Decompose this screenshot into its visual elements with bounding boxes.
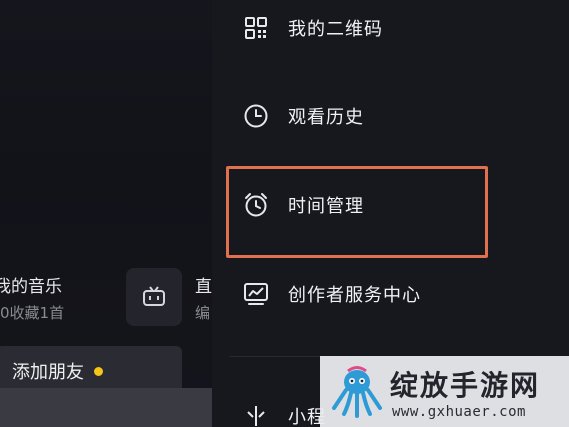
clock-icon	[242, 102, 270, 130]
menu-item-creator-center[interactable]: 创作者服务中心	[212, 264, 569, 324]
menu-item-watch-history[interactable]: 观看历史	[212, 86, 569, 146]
highlight-annotation-box	[226, 166, 488, 258]
qr-code-icon	[242, 14, 270, 42]
watermark-url: www.gxhuaer.com	[392, 404, 526, 420]
octopus-logo-icon	[328, 362, 386, 424]
add-friend-label: 添加朋友	[12, 362, 84, 383]
cut-off-title: 直	[195, 277, 212, 297]
notification-dot	[94, 366, 103, 376]
menu-item-qr-code[interactable]: 我的二维码	[212, 0, 569, 58]
cut-off-subtitle: 编	[195, 304, 211, 322]
my-music-title[interactable]: 我的音乐	[0, 272, 62, 297]
tv-icon	[143, 286, 165, 306]
watermark-title: 绽放手游网	[390, 369, 541, 402]
my-music-subtitle: 0收藏1首	[0, 304, 65, 322]
chart-monitor-icon	[242, 280, 270, 308]
watermark: 绽放手游网 www.gxhuaer.com	[320, 356, 569, 427]
menu-label-qr-code: 我的二维码	[288, 19, 383, 40]
menu-label-watch-history: 观看历史	[288, 107, 364, 128]
mini-program-icon	[242, 402, 270, 427]
menu-label-creator-center: 创作者服务中心	[288, 285, 421, 306]
tv-tile[interactable]	[126, 268, 182, 326]
